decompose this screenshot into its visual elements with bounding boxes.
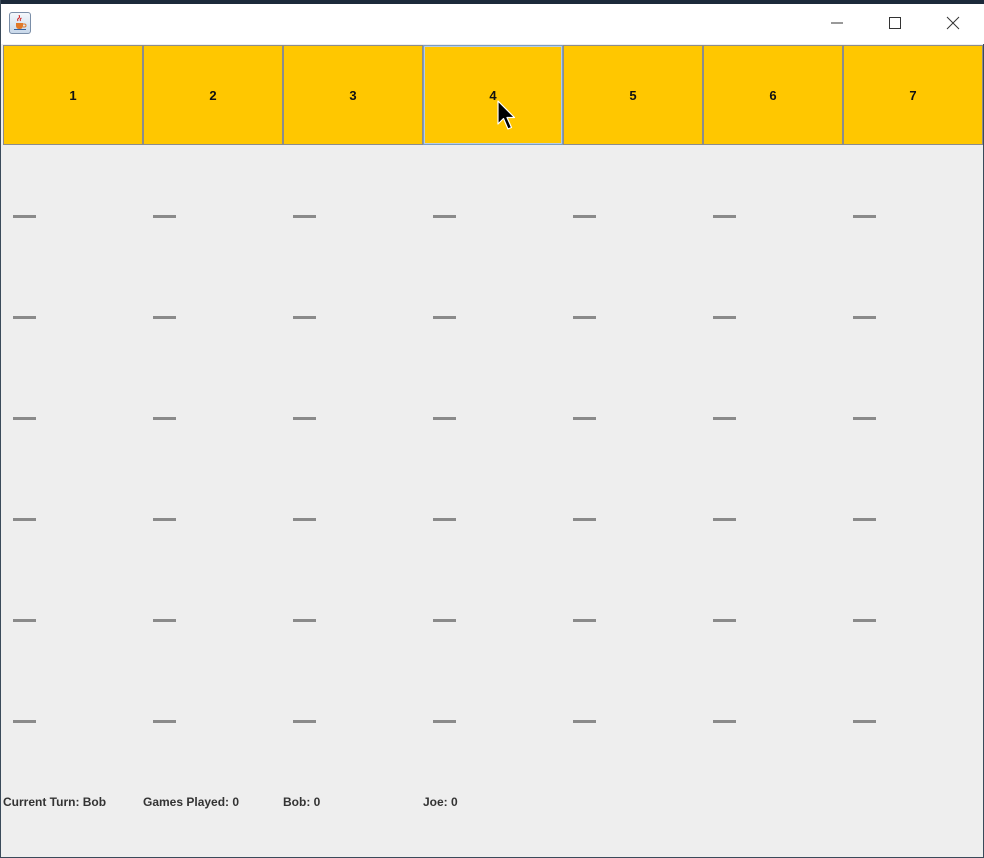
empty-slot-r4-c3: [293, 518, 316, 521]
player1-score-label: Bob: 0: [283, 795, 321, 809]
games-played-label: Games Played: 0: [143, 795, 240, 809]
empty-slot-r2-c4: [433, 316, 456, 319]
drop-column-1-button[interactable]: 1: [3, 45, 143, 145]
drop-column-4-button[interactable]: 4: [423, 45, 563, 145]
empty-slot-r1-c3: [293, 215, 316, 218]
empty-slot-r3-c5: [573, 417, 596, 420]
empty-slot-r2-c6: [713, 316, 736, 319]
empty-slot-r2-c5: [573, 316, 596, 319]
app-window: 1 2 3 4 5 6 7 Current Turn: Bob Games Pl…: [0, 0, 984, 858]
empty-slot-r1-c7: [853, 215, 876, 218]
empty-slot-r1-c2: [153, 215, 176, 218]
player2-score-label: Joe: 0: [423, 795, 458, 809]
empty-slot-r3-c1: [13, 417, 36, 420]
empty-slot-r5-c3: [293, 619, 316, 622]
empty-slot-r5-c1: [13, 619, 36, 622]
empty-slot-r6-c2: [153, 720, 176, 723]
empty-slot-r6-c1: [13, 720, 36, 723]
drop-column-2-button[interactable]: 2: [143, 45, 283, 145]
empty-slot-r3-c3: [293, 417, 316, 420]
empty-slot-r2-c3: [293, 316, 316, 319]
empty-slot-r1-c5: [573, 215, 596, 218]
title-bar[interactable]: [1, 4, 984, 44]
empty-slot-r5-c6: [713, 619, 736, 622]
empty-slot-r5-c4: [433, 619, 456, 622]
drop-column-5-button[interactable]: 5: [563, 45, 703, 145]
empty-slot-r6-c4: [433, 720, 456, 723]
close-icon: [946, 16, 960, 30]
empty-slot-r2-c1: [13, 316, 36, 319]
empty-slot-r2-c7: [853, 316, 876, 319]
maximize-icon: [889, 17, 901, 29]
maximize-button[interactable]: [866, 4, 924, 42]
empty-slot-r4-c4: [433, 518, 456, 521]
empty-slot-r4-c6: [713, 518, 736, 521]
minimize-button[interactable]: [808, 4, 866, 42]
empty-slot-r5-c7: [853, 619, 876, 622]
java-cup-icon[interactable]: [9, 12, 31, 34]
empty-slot-r2-c2: [153, 316, 176, 319]
empty-slot-r4-c7: [853, 518, 876, 521]
empty-slot-r3-c6: [713, 417, 736, 420]
empty-slot-r1-c4: [433, 215, 456, 218]
empty-slot-r5-c5: [573, 619, 596, 622]
empty-slot-r3-c2: [153, 417, 176, 420]
drop-column-3-button[interactable]: 3: [283, 45, 423, 145]
close-button[interactable]: [924, 4, 982, 42]
empty-slot-r6-c6: [713, 720, 736, 723]
empty-slot-r6-c7: [853, 720, 876, 723]
empty-slot-r4-c5: [573, 518, 596, 521]
current-turn-label: Current Turn: Bob: [3, 795, 107, 809]
empty-slot-r6-c3: [293, 720, 316, 723]
empty-slot-r3-c4: [433, 417, 456, 420]
empty-slot-r1-c1: [13, 215, 36, 218]
drop-column-7-button[interactable]: 7: [843, 45, 983, 145]
empty-slot-r4-c2: [153, 518, 176, 521]
empty-slot-r1-c6: [713, 215, 736, 218]
drop-column-6-button[interactable]: 6: [703, 45, 843, 145]
empty-slot-r5-c2: [153, 619, 176, 622]
empty-slot-r3-c7: [853, 417, 876, 420]
empty-slot-r6-c5: [573, 720, 596, 723]
empty-slot-r4-c1: [13, 518, 36, 521]
minimize-icon: [831, 22, 843, 24]
